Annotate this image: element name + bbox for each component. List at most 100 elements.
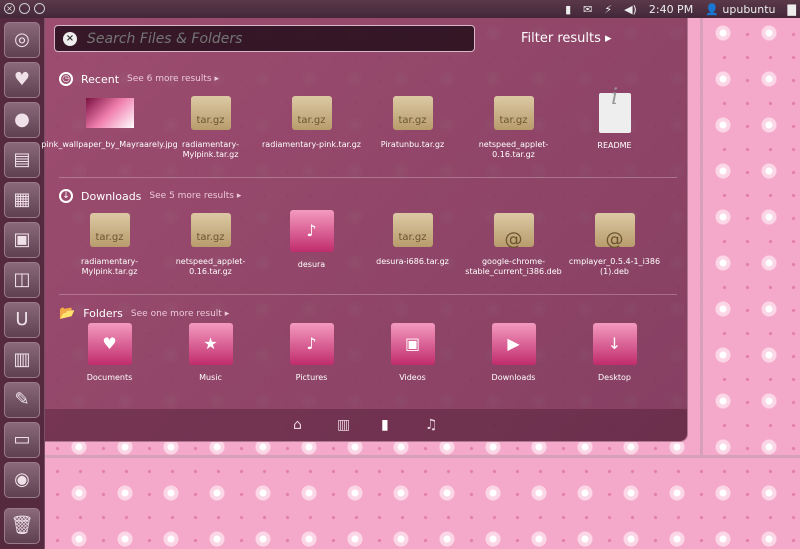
folder-icon: ♥ — [87, 323, 132, 365]
result-label: netspeed_applet-0.16.tar.gz — [478, 140, 549, 159]
music-lens-icon[interactable]: ♫ — [425, 417, 438, 433]
result-item[interactable]: ▣ Videos — [362, 323, 463, 383]
mail-icon[interactable]: ✉ — [583, 3, 592, 16]
section-header-downloads: ↓ Downloads See 5 more results ▸ — [59, 189, 241, 203]
archive-icon: tar.gz — [291, 96, 332, 130]
applications-lens-icon[interactable]: ▥ — [337, 417, 350, 433]
archive-icon: tar.gz — [392, 213, 433, 247]
result-item[interactable]: tar.gz netspeed_applet-0.16.tar.gz — [160, 210, 261, 277]
section-header-recent: ◷ Recent See 6 more results ▸ — [59, 72, 219, 86]
user-name: upubuntu — [722, 2, 776, 16]
filter-label: Filter results — [521, 31, 601, 46]
section-header-folders: 📂 Folders See one more result ▸ — [59, 306, 229, 321]
result-item[interactable]: tar.gz radiamentary-Mylpink.tar.gz — [160, 93, 261, 160]
result-label: cmplayer_0.5.4-1_i386 (1).deb — [568, 257, 661, 276]
trash-icon[interactable]: 🗑 — [4, 508, 40, 544]
terminal-icon[interactable]: ▭ — [4, 422, 40, 458]
debian-package-icon: @ — [594, 213, 635, 249]
maximize-window-button[interactable] — [34, 3, 45, 14]
archive-icon: tar.gz — [190, 96, 231, 130]
filter-results-button[interactable]: Filter results ▸ — [521, 31, 612, 46]
settings-icon[interactable]: ✎ — [4, 382, 40, 418]
result-item[interactable]: tar.gz netspeed_applet-0.16.tar.gz — [463, 93, 564, 160]
ubuntu-one-icon[interactable]: U — [4, 302, 40, 338]
see-more-link[interactable]: See 5 more results ▸ — [149, 191, 241, 201]
result-label: Videos — [399, 373, 426, 382]
result-item[interactable]: tar.gz radiamentary-Mylpink.tar.gz — [59, 210, 160, 277]
archive-icon: tar.gz — [493, 96, 534, 130]
result-label: Documents — [86, 373, 133, 382]
ubuntu-logo-icon[interactable]: ◎ — [4, 22, 40, 58]
disc-icon[interactable]: ◉ — [4, 462, 40, 498]
files-lens-icon[interactable]: ▮ — [381, 417, 389, 433]
result-item[interactable]: ♥ Documents — [59, 323, 160, 383]
launcher: ◎ ♥ ● ▤ ▦ ▣ ◫ U ▥ ✎ ▭ ◉ 🗑 — [0, 18, 45, 549]
battery-icon[interactable]: ▮ — [565, 3, 571, 16]
result-label: radiamentary-Mylpink.tar.gz — [81, 257, 138, 276]
result-item[interactable]: @ cmplayer_0.5.4-1_i386 (1).deb — [564, 210, 665, 277]
divider — [59, 177, 677, 178]
minimize-window-button[interactable] — [19, 3, 30, 14]
close-window-button[interactable]: × — [4, 3, 15, 14]
archive-icon: tar.gz — [392, 96, 433, 130]
see-more-link[interactable]: See one more result ▸ — [131, 309, 229, 319]
see-more-link[interactable]: See 6 more results ▸ — [127, 74, 219, 84]
impress-icon[interactable]: ▣ — [4, 222, 40, 258]
result-item[interactable]: tar.gz radiamentary-pink.tar.gz — [261, 93, 362, 160]
folder-icon: 📂 — [59, 306, 76, 321]
result-item[interactable]: tar.gz Piratunbu.tar.gz — [362, 93, 463, 160]
result-label: README — [597, 141, 632, 150]
result-label: Pictures — [295, 373, 328, 382]
search-bar: × — [54, 25, 475, 52]
result-item[interactable]: ↓ Desktop — [564, 323, 665, 383]
writer-icon[interactable]: ▤ — [4, 142, 40, 178]
home-lens-icon[interactable]: ⌂ — [293, 417, 302, 433]
calc-icon[interactable]: ▦ — [4, 182, 40, 218]
section-title: Folders — [83, 307, 123, 320]
heart-app-icon[interactable]: ♥ — [4, 62, 40, 98]
software-center-icon[interactable]: ◫ — [4, 262, 40, 298]
firefox-icon[interactable]: ● — [4, 102, 40, 138]
archive-icon: tar.gz — [190, 213, 231, 247]
image-thumbnail — [85, 98, 134, 128]
window-buttons: × — [4, 3, 45, 14]
search-input[interactable] — [87, 30, 457, 47]
result-item[interactable]: tar.gz desura-i686.tar.gz — [362, 210, 463, 277]
folder-icon: ↓ — [592, 323, 637, 365]
result-label: Desktop — [598, 373, 631, 382]
close-icon[interactable]: × — [63, 31, 77, 46]
info-document-icon: i — [598, 87, 631, 133]
result-item[interactable]: ♪ desura — [261, 210, 362, 277]
wallpaper-frame — [45, 455, 800, 549]
network-icon[interactable]: ⚡ — [604, 3, 612, 16]
result-label: radiamentary-Mylpink.tar.gz — [182, 140, 239, 159]
display-icon[interactable]: ▇ — [788, 3, 796, 16]
folder-icon: ★ — [188, 323, 233, 365]
result-label: Piratunbu.tar.gz — [380, 140, 445, 149]
result-item[interactable]: ♪ Pictures — [261, 323, 362, 383]
result-item[interactable]: i README — [564, 87, 665, 160]
lens-bar: ⌂ ▥ ▮ ♫ — [45, 409, 687, 441]
results-row: tar.gz radiamentary-Mylpink.tar.gz tar.gz n… — [59, 210, 669, 277]
result-label: google-chrome-stable_current_i386.deb — [465, 257, 562, 276]
section-title: Recent — [81, 72, 120, 86]
folder-icon: ▶ — [491, 323, 536, 365]
clock[interactable]: 2:40 PM — [649, 3, 693, 16]
top-panel: × ▮ ✉ ⚡ ◀) 2:40 PM 👤 upubuntu ▇ — [0, 0, 800, 18]
results-row: ♥ Documents ★ Music ♪ Pictures ▣ Videos ▶ Downloa… — [59, 323, 669, 383]
user-menu[interactable]: 👤 upubuntu — [705, 3, 775, 16]
folder-icon: ♪ — [289, 323, 334, 365]
result-label: radiamentary-pink.tar.gz — [262, 140, 361, 149]
user-icon: 👤 — [705, 2, 719, 16]
folder-icon: ♪ — [289, 210, 334, 252]
divider — [59, 294, 677, 295]
result-item[interactable]: ▶ Downloads — [463, 323, 564, 383]
result-label: desura-i686.tar.gz — [376, 257, 449, 266]
result-label: pink_wallpaper_by_Mayraarely.jpg — [41, 140, 178, 149]
result-item[interactable]: @ google-chrome-stable_current_i386.deb — [463, 210, 564, 277]
workspaces-icon[interactable]: ▥ — [4, 342, 40, 378]
result-item[interactable]: pink_wallpaper_by_Mayraarely.jpg — [41, 93, 178, 160]
result-item[interactable]: ★ Music — [160, 323, 261, 383]
volume-icon[interactable]: ◀) — [624, 3, 637, 16]
download-icon: ↓ — [59, 189, 73, 203]
